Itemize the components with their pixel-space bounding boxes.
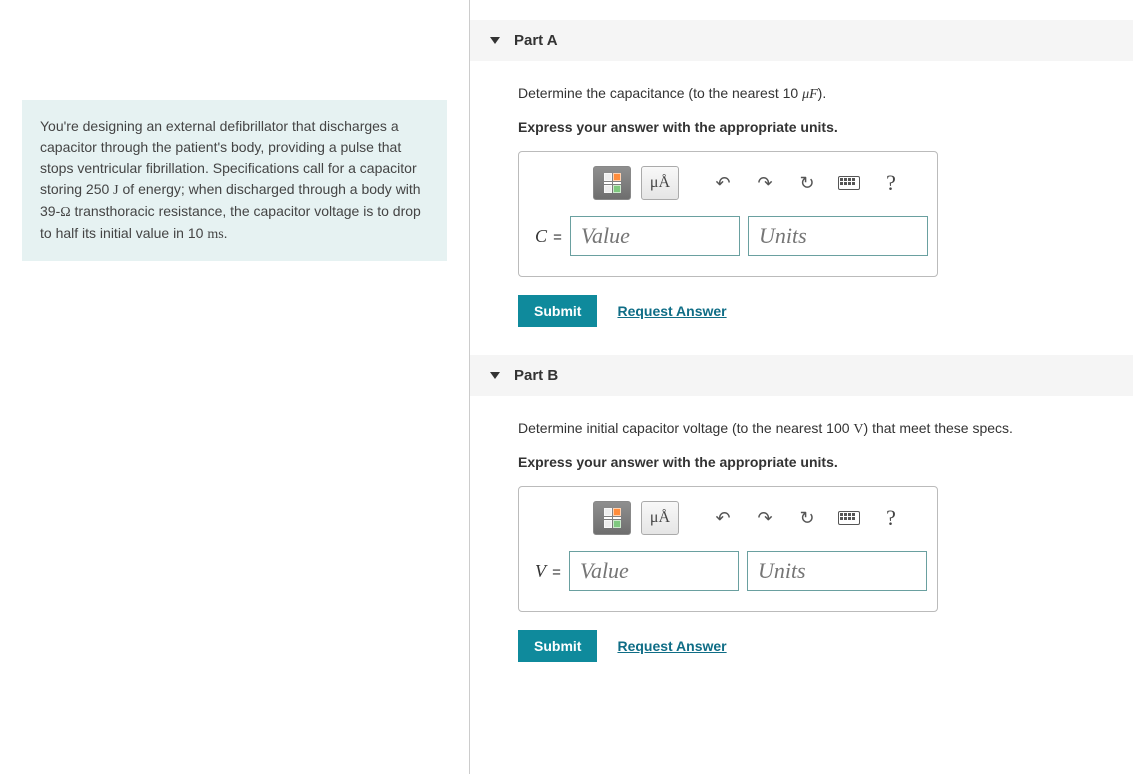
caret-down-icon	[490, 372, 500, 379]
part-a-variable: C =	[535, 226, 562, 247]
keyboard-icon[interactable]	[833, 503, 865, 533]
fraction-template-button[interactable]	[593, 166, 631, 200]
part-b-answer-widget: μÅ ↶ ↷ ↻ ? V =	[518, 486, 938, 612]
problem-statement: You're designing an external defibrillat…	[22, 100, 447, 261]
units-picker-button[interactable]: μÅ	[641, 501, 679, 535]
intro-text-4: .	[224, 225, 228, 241]
part-a-title: Part A	[514, 32, 558, 49]
part-b-units-input[interactable]	[747, 551, 927, 591]
redo-icon[interactable]: ↷	[749, 503, 781, 533]
part-a-header[interactable]: Part A	[470, 20, 1133, 61]
part-a-instruction: Express your answer with the appropriate…	[518, 119, 1123, 135]
fraction-template-button[interactable]	[593, 501, 631, 535]
part-b-body: Determine initial capacitor voltage (to …	[470, 396, 1143, 690]
units-picker-button[interactable]: μÅ	[641, 166, 679, 200]
part-b-submit-button[interactable]: Submit	[518, 630, 597, 662]
part-a-prompt: Determine the capacitance (to the neares…	[518, 83, 1123, 105]
intro-text-3: transthoracic resistance, the capacitor …	[40, 203, 421, 241]
part-a-units-input[interactable]	[748, 216, 928, 256]
redo-icon[interactable]: ↷	[749, 168, 781, 198]
part-a-submit-button[interactable]: Submit	[518, 295, 597, 327]
help-icon[interactable]: ?	[875, 168, 907, 198]
caret-down-icon	[490, 37, 500, 44]
reset-icon[interactable]: ↻	[791, 503, 823, 533]
part-b-variable: V =	[535, 561, 561, 582]
unit-ohm: Ω	[60, 205, 70, 220]
undo-icon[interactable]: ↶	[707, 168, 739, 198]
part-a-body: Determine the capacitance (to the neares…	[470, 61, 1143, 355]
help-icon[interactable]: ?	[875, 503, 907, 533]
keyboard-icon[interactable]	[833, 168, 865, 198]
part-a-request-answer-link[interactable]: Request Answer	[617, 303, 726, 319]
unit-ms: ms	[207, 227, 223, 242]
part-a-answer-widget: μÅ ↶ ↷ ↻ ? C =	[518, 151, 938, 277]
reset-icon[interactable]: ↻	[791, 168, 823, 198]
part-b-header[interactable]: Part B	[470, 355, 1133, 396]
part-b-request-answer-link[interactable]: Request Answer	[617, 638, 726, 654]
part-b-prompt: Determine initial capacitor voltage (to …	[518, 418, 1123, 440]
part-b-instruction: Express your answer with the appropriate…	[518, 454, 1123, 470]
undo-icon[interactable]: ↶	[707, 503, 739, 533]
unit-volt: V	[853, 422, 863, 437]
part-b-title: Part B	[514, 367, 558, 384]
part-a-value-input[interactable]	[570, 216, 740, 256]
part-b-value-input[interactable]	[569, 551, 739, 591]
unit-microfarad: μF	[802, 87, 818, 102]
